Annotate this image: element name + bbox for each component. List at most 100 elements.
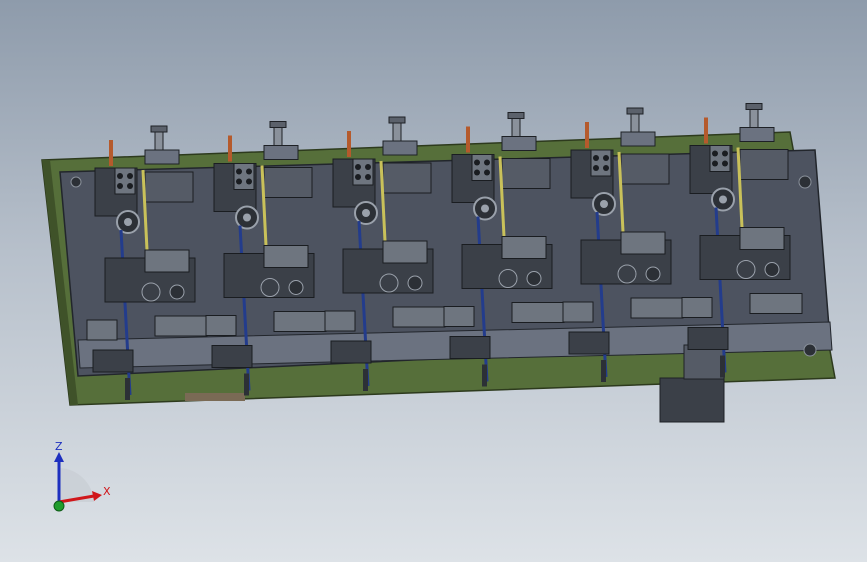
clamp-screw[interactable] [273, 125, 283, 146]
screw-hole [355, 174, 361, 180]
actuator-plate [739, 227, 785, 250]
clamp-bracket[interactable] [263, 145, 299, 160]
screw-hole [236, 168, 242, 175]
screw-hole [117, 183, 123, 189]
screw-hole [474, 159, 480, 166]
screw-hole [593, 165, 599, 171]
adjust-knob[interactable] [407, 275, 423, 291]
clamp-screw-head [388, 116, 406, 124]
linkage-plate[interactable] [739, 149, 789, 180]
bolt-hole [70, 176, 82, 188]
lower-clamp-block[interactable] [443, 306, 475, 327]
lower-clamp-block[interactable] [205, 315, 237, 336]
adjust-knob[interactable] [645, 266, 661, 282]
orange-pin [109, 140, 113, 166]
lower-clamp-block[interactable] [86, 319, 118, 341]
screw-hole [246, 168, 252, 175]
linkage-plate[interactable] [263, 167, 313, 198]
clamp-bracket[interactable] [501, 136, 537, 151]
adjust-knob[interactable] [169, 284, 185, 300]
screw-hole [712, 150, 718, 157]
screw-plate [590, 149, 612, 177]
cam-disc[interactable] [379, 273, 399, 293]
clamp-bracket[interactable] [382, 140, 418, 156]
lower-guide-block[interactable] [511, 302, 565, 323]
bottom-screw [244, 373, 249, 396]
screw-hole [127, 173, 133, 179]
actuator-plate [382, 240, 428, 264]
bottom-screw [125, 378, 130, 400]
lower-clamp-block[interactable] [562, 301, 594, 323]
clamp-screw-head [150, 125, 168, 133]
cam-disc[interactable] [260, 278, 280, 297]
roller-hub [362, 209, 370, 217]
clamp-screw[interactable] [749, 107, 759, 128]
actuator-plate [501, 236, 547, 259]
bottom-block[interactable] [568, 331, 610, 355]
axis-y-dot [53, 500, 65, 512]
screw-hole [127, 183, 133, 189]
adjust-knob[interactable] [526, 271, 542, 286]
clamp-bracket[interactable] [739, 127, 775, 142]
lower-guide-block[interactable] [630, 297, 684, 319]
roller-hub [719, 195, 727, 204]
motor-block[interactable] [659, 377, 725, 423]
screw-hole [593, 155, 599, 161]
screw-hole [236, 178, 242, 185]
bottom-block[interactable] [449, 336, 491, 359]
screw-hole [365, 174, 371, 180]
clamp-screw[interactable] [511, 116, 521, 137]
orange-pin [704, 117, 708, 144]
screw-hole [603, 165, 609, 171]
screw-hole [712, 160, 718, 167]
cam-disc[interactable] [141, 282, 161, 302]
bolt-hole [803, 343, 817, 357]
lower-clamp-block[interactable] [324, 310, 356, 332]
bottom-block[interactable] [92, 349, 134, 373]
cam-disc[interactable] [617, 264, 637, 284]
actuator-plate [620, 231, 666, 255]
linkage-plate[interactable] [144, 171, 194, 203]
lower-guide-block[interactable] [154, 315, 208, 337]
screw-hole [603, 155, 609, 161]
clamp-screw[interactable] [392, 120, 402, 142]
linkage-plate[interactable] [620, 153, 670, 185]
lower-clamp-block[interactable] [681, 297, 713, 318]
cam-disc[interactable] [498, 269, 518, 288]
lower-guide-block[interactable] [273, 311, 327, 332]
motor-shaft-housing [683, 344, 725, 380]
clamp-screw[interactable] [630, 111, 640, 133]
screw-hole [246, 178, 252, 185]
actuator-plate [144, 249, 190, 273]
roller-hub [243, 213, 251, 222]
bottom-screw [482, 364, 487, 387]
screw-hole [722, 160, 728, 167]
cam-disc[interactable] [736, 260, 756, 279]
clamp-screw-head [745, 103, 763, 110]
adjust-knob[interactable] [288, 280, 304, 295]
linkage-plate[interactable] [382, 162, 432, 194]
fixture-assembly[interactable] [41, 103, 836, 423]
cad-viewport[interactable] [0, 0, 867, 562]
clamp-bracket[interactable] [620, 131, 656, 147]
screw-plate [114, 167, 136, 195]
bolt-hole [798, 175, 812, 189]
clamp-bracket[interactable] [144, 149, 180, 165]
screw-plate [471, 154, 493, 181]
linkage-plate[interactable] [501, 158, 551, 189]
lower-guide-block[interactable] [749, 293, 803, 314]
clamp-screw-head [626, 107, 644, 115]
bottom-block[interactable] [330, 340, 372, 364]
screw-hole [484, 159, 490, 166]
orientation-triad: Z X [53, 440, 111, 512]
axis-z-label: Z [55, 440, 63, 453]
lower-guide-block[interactable] [392, 306, 446, 328]
roller-hub [600, 200, 608, 208]
bottom-block[interactable] [687, 327, 729, 350]
axis-x-label: X [103, 485, 111, 498]
clamp-screw[interactable] [154, 129, 164, 151]
bottom-block[interactable] [211, 345, 253, 368]
adjust-knob[interactable] [764, 262, 780, 277]
screw-hole [722, 150, 728, 157]
screw-hole [365, 164, 371, 170]
